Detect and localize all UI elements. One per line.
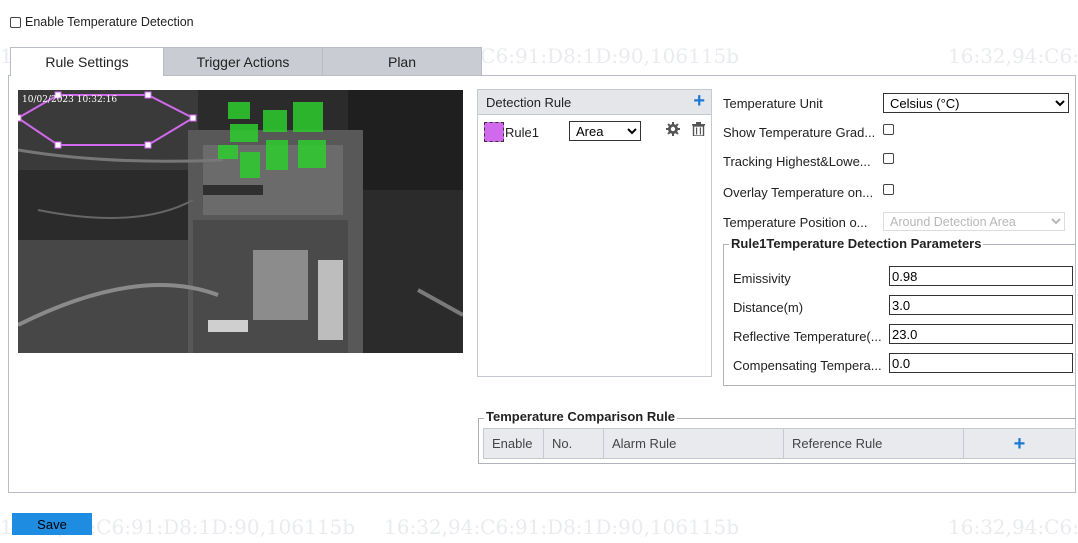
temperature-comparison-title: Temperature Comparison Rule xyxy=(484,409,678,424)
overlay-temperature-checkbox[interactable] xyxy=(883,184,894,195)
enable-temperature-detection-checkbox[interactable] xyxy=(10,16,21,28)
column-reference-rule: Reference Rule xyxy=(784,429,964,458)
gear-icon[interactable] xyxy=(666,122,680,136)
column-no: No. xyxy=(544,429,604,458)
rule-color-swatch[interactable] xyxy=(484,122,504,142)
video-timestamp: 10/02/2023 10:32:16 xyxy=(22,95,118,105)
thermal-video-preview[interactable]: 10/02/2023 10:32:16 xyxy=(18,90,463,353)
tab-bar: Rule Settings Trigger Actions Plan xyxy=(10,47,482,76)
rule-parameters-title: Rule1Temperature Detection Parameters xyxy=(729,236,984,251)
temperature-position-label: Temperature Position o... xyxy=(723,215,868,230)
enable-temperature-detection[interactable]: Enable Temperature Detection xyxy=(10,15,194,29)
show-temperature-gradient-checkbox[interactable] xyxy=(883,124,894,135)
thermal-scene xyxy=(18,90,463,353)
temperature-unit-select[interactable]: Celsius (°C) xyxy=(883,93,1069,113)
compensating-temperature-field[interactable] xyxy=(889,353,1073,373)
reflective-temperature-label: Reflective Temperature(... xyxy=(733,329,882,344)
temperature-position-select[interactable]: Around Detection Area xyxy=(883,212,1065,231)
detection-rule-header: Detection Rule + xyxy=(478,90,711,115)
detection-rule-title: Detection Rule xyxy=(486,94,572,110)
tracking-highest-lowest-checkbox[interactable] xyxy=(883,153,894,164)
watermark: 16:32,94:C6:91:D8:1D:90,106115b xyxy=(948,515,1078,539)
show-temperature-gradient-label: Show Temperature Grad... xyxy=(723,125,876,140)
rule-list-item[interactable]: Rule1 xyxy=(484,122,539,142)
enable-temperature-detection-label: Enable Temperature Detection xyxy=(25,15,194,29)
tab-plan[interactable]: Plan xyxy=(322,47,482,75)
rule-name: Rule1 xyxy=(505,124,539,140)
comparison-table-header: Enable No. Alarm Rule Reference Rule + xyxy=(483,428,1076,459)
temperature-unit-label: Temperature Unit xyxy=(723,96,823,111)
watermark: 16:32,94:C6:91:D8:1D:90,106115b xyxy=(948,44,1078,68)
add-rule-plus-icon[interactable]: + xyxy=(693,91,705,111)
column-enable: Enable xyxy=(484,429,544,458)
detection-rule-panel: Detection Rule + Rule1 Area xyxy=(477,89,712,377)
compensating-temperature-label: Compensating Tempera... xyxy=(733,358,882,373)
emissivity-field[interactable] xyxy=(889,266,1073,286)
distance-label: Distance(m) xyxy=(733,300,804,315)
trash-icon[interactable] xyxy=(692,122,705,136)
save-button[interactable]: Save xyxy=(12,513,92,535)
rule-type-select[interactable]: Area xyxy=(569,121,641,141)
add-comparison-plus-icon[interactable]: + xyxy=(1014,434,1026,454)
emissivity-label: Emissivity xyxy=(733,271,791,286)
distance-field[interactable] xyxy=(889,295,1073,315)
overlay-temperature-label: Overlay Temperature on... xyxy=(723,185,874,200)
tab-trigger-actions[interactable]: Trigger Actions xyxy=(163,47,323,75)
reflective-temperature-field[interactable] xyxy=(889,324,1073,344)
column-alarm-rule: Alarm Rule xyxy=(604,429,784,458)
tab-rule-settings[interactable]: Rule Settings xyxy=(10,47,164,76)
tracking-highest-lowest-label: Tracking Highest&Lowe... xyxy=(723,154,871,169)
watermark: 16:32,94:C6:91:D8:1D:90,106115b xyxy=(384,515,740,539)
comparison-add-cell: + xyxy=(964,429,1075,458)
